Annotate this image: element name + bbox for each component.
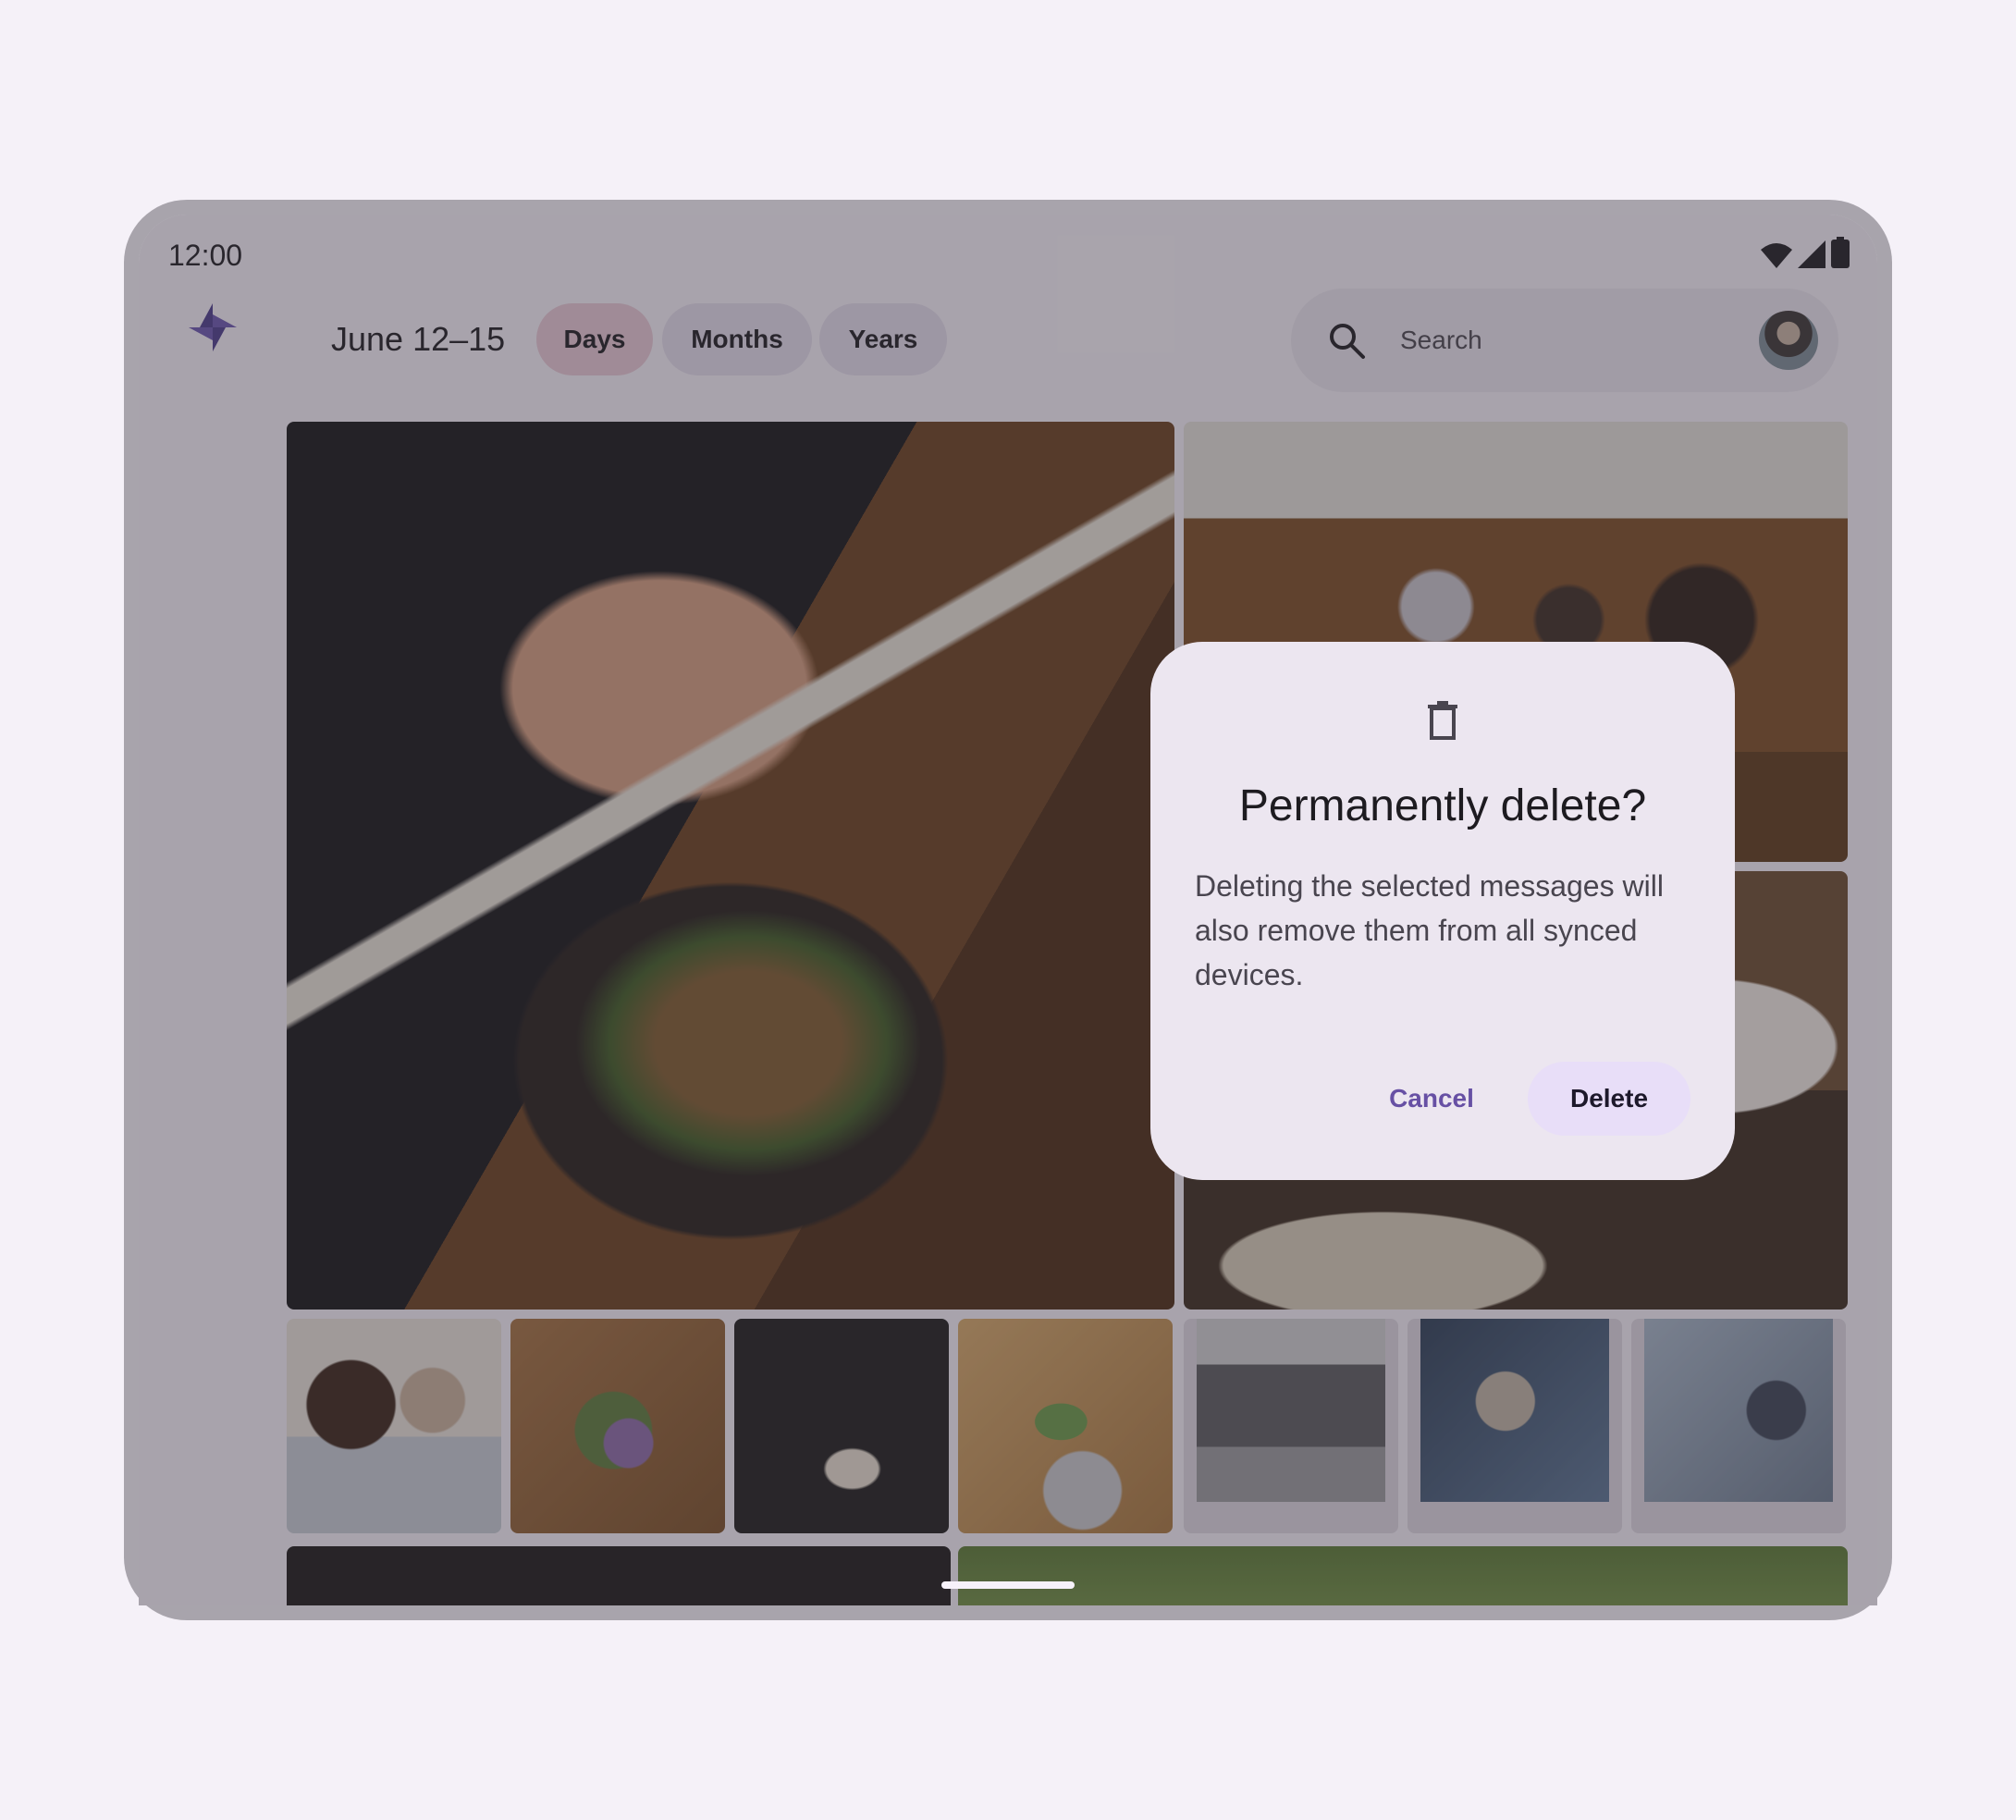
delete-button[interactable]: Delete: [1528, 1062, 1690, 1136]
gesture-handle[interactable]: [941, 1581, 1075, 1589]
trash-icon: [1428, 701, 1457, 740]
dialog-title: Permanently delete?: [1238, 781, 1647, 830]
dialog-body: Deleting the selected messages will also…: [1195, 869, 1664, 991]
cancel-button[interactable]: Cancel: [1358, 1062, 1506, 1136]
delete-dialog: Permanently delete? Deleting the selecte…: [1150, 642, 1735, 1180]
